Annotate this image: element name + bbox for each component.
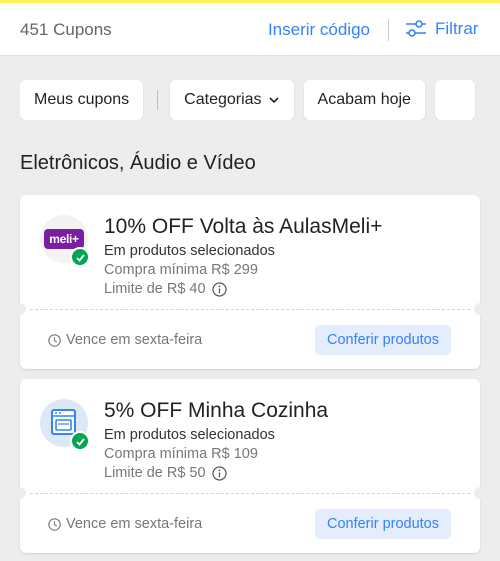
coupon-expiry: Vence em sexta-feira [48,516,202,532]
coupon-card: meli+ 10% OFF Volta às AulasMeli+ Em pro… [14,195,486,369]
check-icon [70,431,90,451]
coupon-card: 5% OFF Minha Cozinha Em produtos selecio… [14,379,486,553]
filter-button[interactable]: Filtrar [405,18,478,40]
coupon-title: 5% OFF Minha Cozinha [104,399,329,422]
expiry-label: Vence em sexta-feira [66,332,203,348]
coupon-limit: Limite de R$ 50 [104,465,206,481]
header-divider [388,19,389,41]
card-notch-right [474,487,486,499]
chip-label: Categorias [184,91,262,108]
coupon-limit: Limite de R$ 40 [104,281,206,297]
chip-separator [157,90,159,110]
expiry-label: Vence em sexta-feira [66,516,203,532]
see-products-button[interactable]: Conferir produtos [314,509,451,539]
clock-icon [48,333,61,347]
coupon-badge [40,399,90,451]
filter-chips: Meus cupons Categorias Acabam hoje [20,80,500,120]
chip-my-coupons[interactable]: Meus cupons [20,80,144,120]
coupons-header: 451 Cupons Inserir código Filtrar [0,3,500,56]
coupon-scope: Em produtos selecionados [104,427,275,443]
coupon-title: 10% OFF Volta às AulasMeli+ [104,215,383,238]
chip-partial[interactable] [434,80,475,120]
filter-label: Filtrar [435,19,479,38]
coupon-min-purchase: Compra mínima R$ 299 [104,262,258,278]
section-title: Eletrônicos, Áudio e Vídeo [20,152,256,174]
check-icon [70,247,90,267]
coupon-count: 451 Cupons [20,20,112,39]
chevron-down-icon [268,97,279,104]
coupon-limit-row: Limite de R$ 40 [104,281,227,297]
chip-ending-today[interactable]: Acabam hoje [303,80,425,120]
clock-icon [48,517,61,531]
chip-categories[interactable]: Categorias [170,80,294,120]
card-notch-right [474,303,486,315]
coupon-min-purchase: Compra mínima R$ 109 [104,446,258,462]
info-icon[interactable] [211,465,227,481]
card-notch-left [14,303,26,315]
filter-sliders-icon [406,20,426,37]
see-products-button[interactable]: Conferir produtos [314,325,451,355]
coupon-scope: Em produtos selecionados [104,243,275,259]
coupon-limit-row: Limite de R$ 50 [104,465,227,481]
coupon-expiry: Vence em sexta-feira [48,332,202,348]
chip-label: Meus cupons [34,91,130,108]
insert-code-link[interactable]: Inserir código [268,20,370,40]
info-icon[interactable] [211,281,227,297]
coupon-badge: meli+ [40,215,90,267]
card-notch-left [14,487,26,499]
chip-label: Acabam hoje [317,91,411,108]
card-divider [30,493,470,494]
card-divider [30,309,470,310]
meli-plus-logo: meli+ [44,229,84,249]
